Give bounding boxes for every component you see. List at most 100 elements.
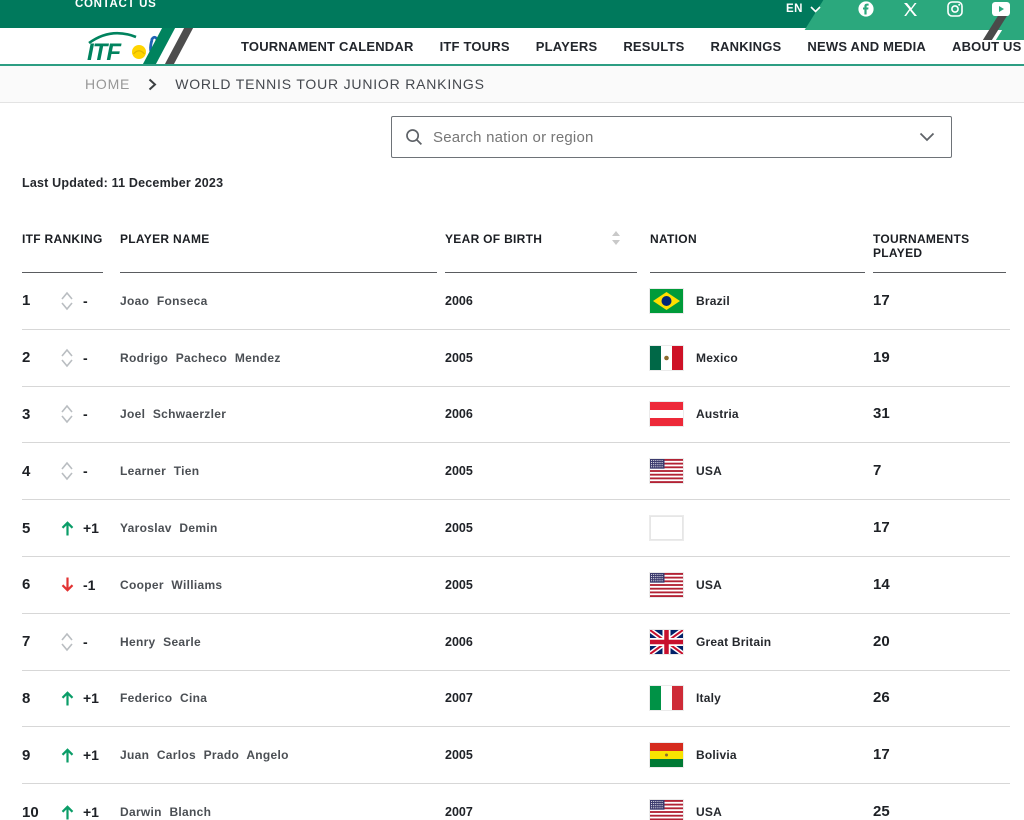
nation-flag-icon xyxy=(650,289,683,313)
nav-item-players[interactable]: PLAYERS xyxy=(536,39,598,54)
nation-flag-icon xyxy=(650,402,683,426)
movement-none-icon xyxy=(58,347,76,369)
tournaments-played-value: 17 xyxy=(873,292,890,309)
rank-cell: 6 -1 xyxy=(22,576,120,593)
player-name-link[interactable]: Henry Searle xyxy=(120,635,201,649)
nation-flag-icon xyxy=(650,630,683,654)
tournaments-played-value: 20 xyxy=(873,633,890,650)
player-name-link[interactable]: Yaroslav Demin xyxy=(120,521,218,535)
rank-value: 6 xyxy=(22,576,58,593)
year-of-birth-value: 2005 xyxy=(445,748,473,762)
table-row: 1 - Joao Fonseca 2006 Brazil 17 xyxy=(22,273,1010,330)
player-cell: Juan Carlos Prado Angelo xyxy=(120,746,445,764)
player-name-link[interactable]: Darwin Blanch xyxy=(120,805,211,819)
facebook-icon[interactable] xyxy=(858,1,874,17)
column-header-player-name: PLAYER NAME xyxy=(120,232,437,273)
nation-cell: Brazil xyxy=(650,289,873,313)
breadcrumb: HOME WORLD TENNIS TOUR JUNIOR RANKINGS xyxy=(0,66,1024,103)
nation-name: USA xyxy=(696,805,722,819)
tournaments-played-value: 19 xyxy=(873,349,890,366)
rank-cell: 8 +1 xyxy=(22,690,120,707)
rank-cell: 7 - xyxy=(22,631,120,653)
year-cell: 2005 xyxy=(445,462,650,480)
table-row: 4 - Learner Tien 2005 USA 7 xyxy=(22,443,1010,500)
table-row: 7 - Henry Searle 2006 Great Britain 20 xyxy=(22,614,1010,671)
breadcrumb-chevron-icon xyxy=(148,78,157,91)
breadcrumb-home-link[interactable]: HOME xyxy=(85,76,130,92)
player-cell: Yaroslav Demin xyxy=(120,519,445,537)
movement-value: +1 xyxy=(83,520,99,536)
rank-value: 4 xyxy=(22,463,58,480)
tournaments-played-value: 17 xyxy=(873,746,890,763)
movement-value: +1 xyxy=(83,804,99,820)
year-of-birth-value: 2006 xyxy=(445,407,473,421)
youtube-icon[interactable] xyxy=(992,2,1010,16)
nav-item-news-and-media[interactable]: NEWS AND MEDIA xyxy=(807,39,926,54)
nav-item-itf-tours[interactable]: ITF TOURS xyxy=(440,39,510,54)
tournaments-cell: 31 xyxy=(873,405,1010,423)
tournaments-played-value: 17 xyxy=(873,519,890,536)
nav-item-about-us[interactable]: ABOUT US xyxy=(952,39,1022,54)
nation-cell: Great Britain xyxy=(650,630,873,654)
nation-cell xyxy=(650,516,873,540)
movement-value: +1 xyxy=(83,690,99,706)
nation-flag-icon xyxy=(650,459,683,483)
nav-item-results[interactable]: RESULTS xyxy=(623,39,684,54)
movement-none-icon xyxy=(58,460,76,482)
player-name-link[interactable]: Joao Fonseca xyxy=(120,294,208,308)
chevron-down-icon[interactable] xyxy=(919,132,935,142)
movement-up-icon xyxy=(58,804,76,820)
movement-value: - xyxy=(83,406,88,422)
nation-name: USA xyxy=(696,464,722,478)
column-header-year-of-birth[interactable]: YEAR OF BIRTH xyxy=(445,232,637,273)
nav-item-rankings[interactable]: RANKINGS xyxy=(710,39,781,54)
player-name-link[interactable]: Federico Cina xyxy=(120,691,207,705)
rank-value: 1 xyxy=(22,292,58,309)
rank-value: 10 xyxy=(22,804,58,820)
table-body: 1 - Joao Fonseca 2006 Brazil 17 2 - Rodr… xyxy=(22,273,1010,820)
nation-cell: Bolivia xyxy=(650,743,873,767)
player-cell: Joao Fonseca xyxy=(120,292,445,310)
tournaments-cell: 17 xyxy=(873,292,1010,310)
instagram-icon[interactable] xyxy=(947,1,963,17)
search-input[interactable] xyxy=(433,129,909,146)
language-label: EN xyxy=(786,3,803,15)
nation-cell: Mexico xyxy=(650,346,873,370)
movement-value: - xyxy=(83,350,88,366)
nav-item-tournament-calendar[interactable]: TOURNAMENT CALENDAR xyxy=(241,39,414,54)
tournaments-cell: 25 xyxy=(873,803,1010,820)
year-of-birth-value: 2005 xyxy=(445,351,473,365)
nation-flag-icon xyxy=(650,346,683,370)
tournaments-played-value: 31 xyxy=(873,405,890,422)
rank-value: 2 xyxy=(22,349,58,366)
tournaments-cell: 17 xyxy=(873,519,1010,537)
language-selector[interactable]: EN xyxy=(786,3,821,15)
nation-flag-icon xyxy=(650,686,683,710)
rank-cell: 10 +1 xyxy=(22,804,120,820)
nation-flag-icon xyxy=(650,573,683,597)
last-updated-label: Last Updated: 11 December 2023 xyxy=(22,176,1024,190)
nation-cell: USA xyxy=(650,573,873,597)
x-icon[interactable] xyxy=(903,2,918,17)
year-cell: 2007 xyxy=(445,689,650,707)
sort-icon[interactable] xyxy=(611,230,621,249)
movement-none-icon xyxy=(58,290,76,312)
table-row: 8 +1 Federico Cina 2007 Italy 26 xyxy=(22,671,1010,728)
player-name-link[interactable]: Juan Carlos Prado Angelo xyxy=(120,748,289,762)
rank-value: 7 xyxy=(22,633,58,650)
table-row: 2 - Rodrigo Pacheco Mendez 2005 Mexico 1… xyxy=(22,330,1010,387)
player-cell: Henry Searle xyxy=(120,633,445,651)
year-cell: 2005 xyxy=(445,746,650,764)
nation-cell: Austria xyxy=(650,402,873,426)
player-name-link[interactable]: Cooper Williams xyxy=(120,578,222,592)
table-row: 3 - Joel Schwaerzler 2006 Austria 31 xyxy=(22,387,1010,444)
player-cell: Darwin Blanch xyxy=(120,803,445,820)
nation-search-dropdown[interactable] xyxy=(391,116,952,158)
player-name-link[interactable]: Learner Tien xyxy=(120,464,199,478)
table-row: 6 -1 Cooper Williams 2005 USA 14 xyxy=(22,557,1010,614)
player-name-link[interactable]: Joel Schwaerzler xyxy=(120,407,226,421)
year-of-birth-value: 2005 xyxy=(445,521,473,535)
nation-name: Brazil xyxy=(696,294,730,308)
contact-us-link[interactable]: CONTACT US xyxy=(75,0,157,10)
player-name-link[interactable]: Rodrigo Pacheco Mendez xyxy=(120,351,281,365)
